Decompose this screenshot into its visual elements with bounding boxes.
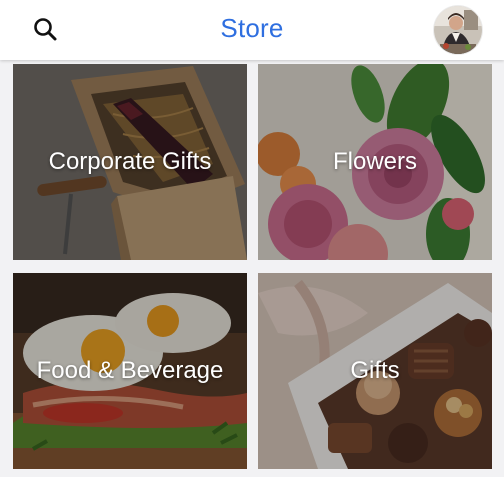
page-title: Store [220,13,284,43]
category-label: Corporate Gifts [48,148,212,175]
category-label: Flowers [332,148,417,175]
category-label: Gifts [350,357,400,384]
profile-photo [434,6,482,54]
category-tile-flowers[interactable]: Flowers [258,64,492,260]
avatar[interactable] [434,6,482,54]
category-tile-food-beverage[interactable]: Food & Beverage [13,273,247,469]
app-header: Store [0,0,504,60]
category-label: Food & Beverage [36,357,224,384]
category-tile-corporate-gifts[interactable]: Corporate Gifts [13,64,247,260]
category-tile-gifts[interactable]: Gifts [258,273,492,469]
